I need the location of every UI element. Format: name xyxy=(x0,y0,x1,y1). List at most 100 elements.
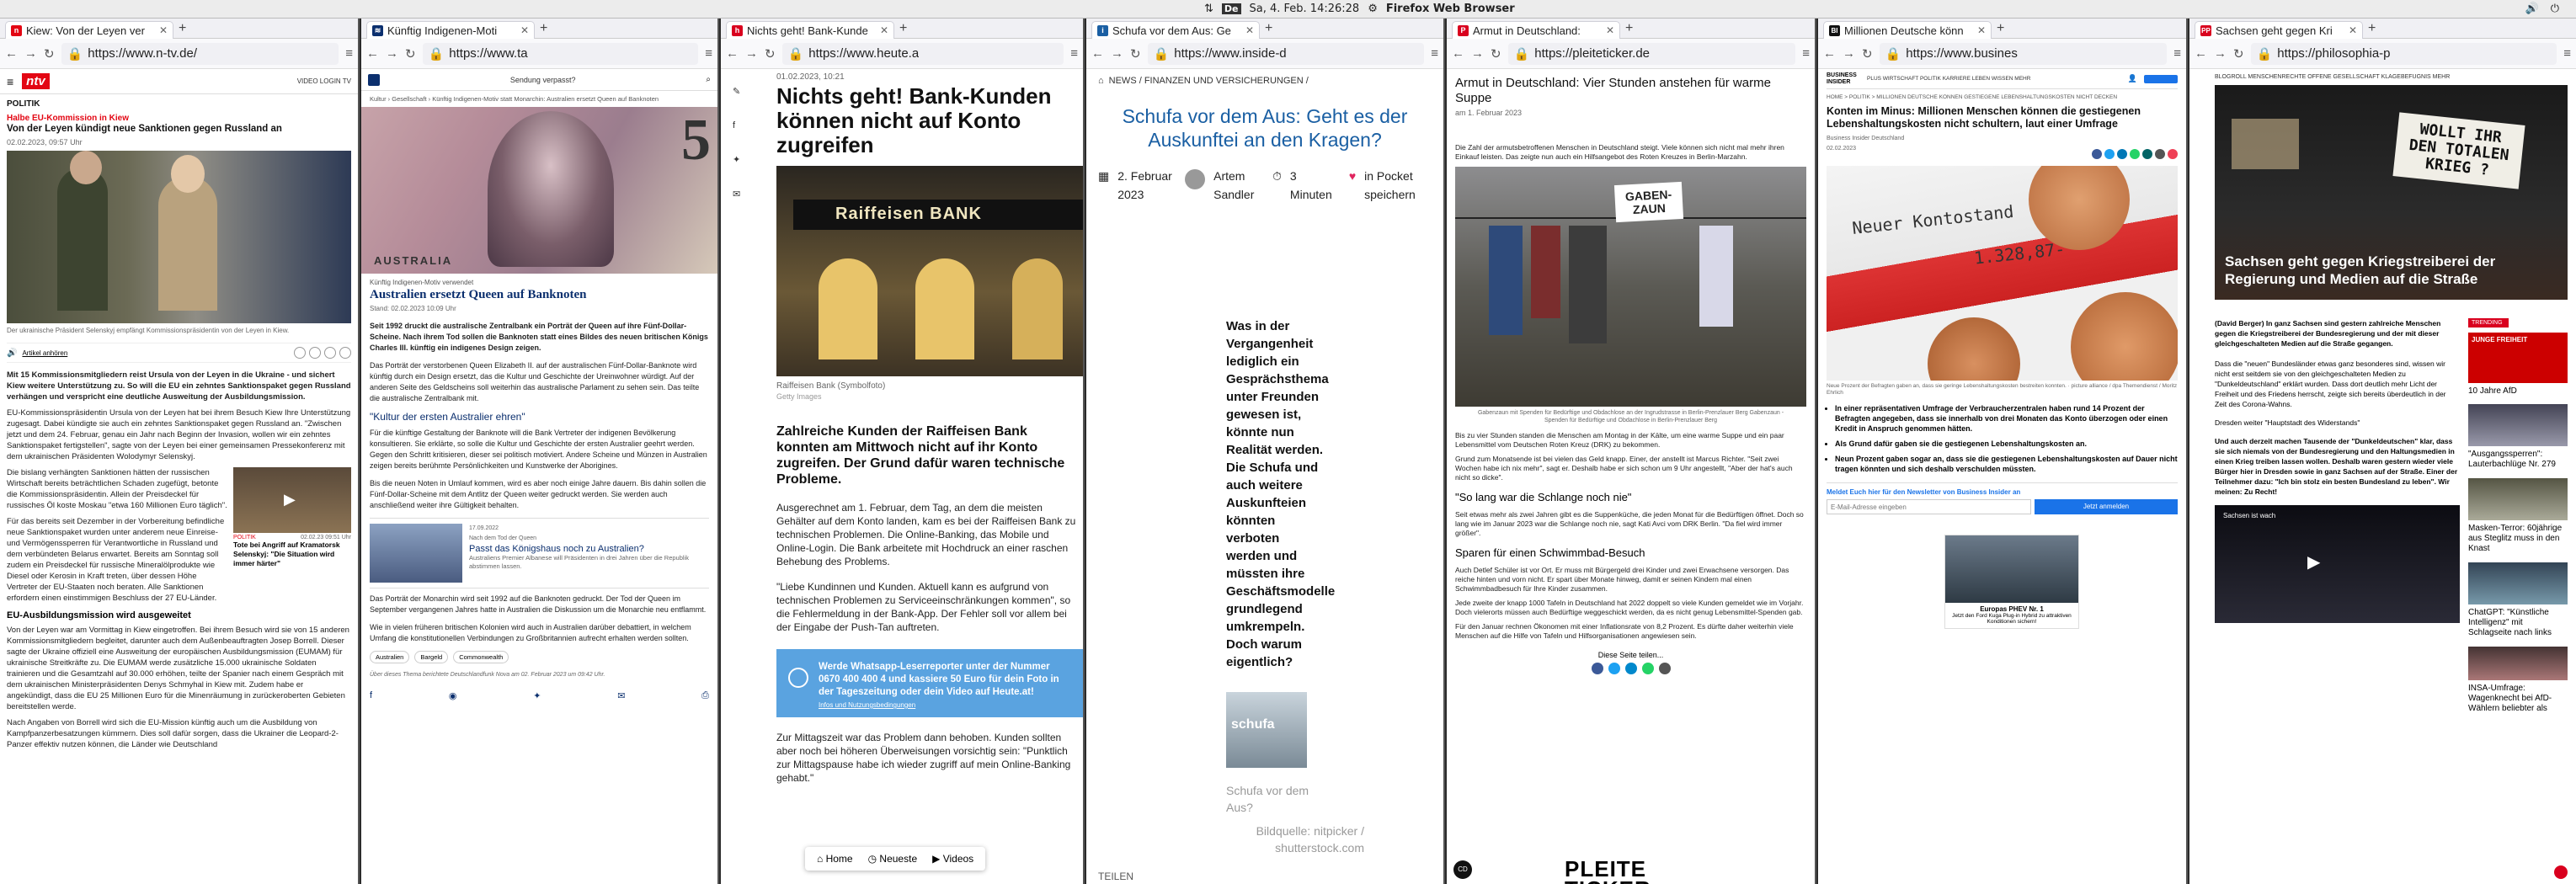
tab-business-insider[interactable]: BI Millionen Deutsche könn ✕ xyxy=(1823,21,1992,39)
gabenzaun-image[interactable]: GABEN-ZAUN xyxy=(1455,167,1806,407)
url-bar[interactable]: 🔒 https://www.inside-d xyxy=(1147,42,1425,65)
header-nav[interactable]: VIDEO LOGIN TV xyxy=(297,77,351,85)
nav-videos[interactable]: ▶ Videos xyxy=(932,853,973,865)
close-tab-icon[interactable]: ✕ xyxy=(159,24,168,36)
sidebar-item[interactable]: 10 Jahre AfD xyxy=(2468,386,2568,396)
back-icon[interactable]: ← xyxy=(366,46,379,61)
print-icon[interactable]: ⎙ xyxy=(701,690,709,701)
close-tab-icon[interactable]: ✕ xyxy=(1245,24,1254,36)
forward-icon[interactable]: → xyxy=(1111,46,1123,61)
back-icon[interactable]: ← xyxy=(5,46,18,61)
breadcrumb[interactable]: Kultur › Gesellschaft › Künftig Indigene… xyxy=(361,91,717,107)
volume-icon[interactable]: 🔊 xyxy=(2525,3,2539,15)
reload-icon[interactable]: ↻ xyxy=(405,46,416,61)
video-player[interactable]: Sachsen ist wach ▶ xyxy=(2215,505,2460,623)
user-icon[interactable]: 👤 xyxy=(2128,74,2137,83)
cookie-badge[interactable]: CD xyxy=(1453,860,1472,879)
reload-icon[interactable]: ↻ xyxy=(2233,46,2244,61)
tag-chip[interactable]: Australien xyxy=(370,651,410,663)
mail-icon[interactable] xyxy=(1658,663,1671,674)
close-tab-icon[interactable]: ✕ xyxy=(880,24,888,36)
tag-chip[interactable]: Bargeld xyxy=(414,651,449,663)
mail-icon[interactable] xyxy=(2155,149,2165,159)
new-tab-icon[interactable]: + xyxy=(899,21,907,36)
close-tab-icon[interactable]: ✕ xyxy=(2349,24,2357,36)
menu-icon[interactable]: ≡ xyxy=(1070,46,1078,61)
nav-neueste[interactable]: ◷ Neueste xyxy=(868,853,918,865)
kontostand-image[interactable]: Neuer Kontostand 1.328,87- xyxy=(1827,166,2178,381)
section-label[interactable]: POLITIK xyxy=(7,99,351,109)
play-icon[interactable]: ▶ xyxy=(2307,551,2320,572)
close-tab-icon[interactable]: ✕ xyxy=(520,24,529,36)
tab-tagesschau[interactable]: ≋ Künftig Indigenen-Moti ✕ xyxy=(366,21,535,39)
facebook-icon[interactable] xyxy=(2092,149,2102,159)
reload-icon[interactable]: ↻ xyxy=(1491,46,1501,61)
back-icon[interactable]: ← xyxy=(1091,46,1104,61)
breadcrumb[interactable]: NEWS / FINANZEN UND VERSICHERUNGEN / xyxy=(1109,76,1309,86)
tab-inside-digital[interactable]: i Schufa vor dem Aus: Ge ✕ xyxy=(1091,21,1260,39)
article-author[interactable]: Business Insider Deutschland xyxy=(1827,134,2178,144)
twitter-share-icon[interactable] xyxy=(309,347,321,359)
header-nav[interactable]: BLOGROLL MENSCHENRECHTE OFFENE GESELLSCH… xyxy=(2215,69,2568,85)
forward-icon[interactable]: → xyxy=(2214,46,2227,61)
whatsapp-icon[interactable] xyxy=(1641,663,1654,674)
new-tab-icon[interactable]: + xyxy=(1625,21,1633,36)
mail-share-icon[interactable] xyxy=(339,347,351,359)
comment-icon[interactable]: ✎ xyxy=(733,86,740,97)
twitter-icon[interactable] xyxy=(2104,149,2115,159)
reload-icon[interactable]: ↻ xyxy=(765,46,776,61)
search-icon[interactable]: ⌕ xyxy=(706,75,711,84)
menu-icon[interactable]: ≡ xyxy=(2173,46,2181,61)
listen-icon[interactable]: 🔊 xyxy=(7,349,17,358)
whatsapp-icon[interactable]: ◉ xyxy=(449,690,457,701)
tab-pleiteticker[interactable]: P Armut in Deutschland: ✕ xyxy=(1452,21,1620,39)
telegram-icon[interactable] xyxy=(1624,663,1637,674)
close-tab-icon[interactable]: ✕ xyxy=(1977,24,1986,36)
url-bar[interactable]: 🔒 https://www.n-tv.de/ xyxy=(61,42,339,65)
twitter-icon[interactable]: ✦ xyxy=(533,690,541,701)
tagesschau-logo[interactable] xyxy=(368,73,380,86)
reload-icon[interactable]: ↻ xyxy=(44,46,55,61)
new-tab-icon[interactable]: + xyxy=(1997,21,2004,36)
menu-icon[interactable]: ≡ xyxy=(345,46,353,61)
url-bar[interactable]: 🔒 https://pleiteticker.de xyxy=(1507,42,1796,65)
schufa-image[interactable]: schufa xyxy=(1226,692,1307,768)
clock[interactable]: Sa, 4. Feb. 14:26:28 xyxy=(1250,3,1360,15)
notification-badge[interactable] xyxy=(2554,865,2568,879)
home-icon[interactable]: ⌂ xyxy=(1098,76,1104,86)
back-icon[interactable]: ← xyxy=(2195,46,2207,61)
new-tab-icon[interactable]: + xyxy=(1265,21,1272,36)
pocket-icon[interactable]: ♥ xyxy=(1349,167,1356,204)
keyboard-layout-indicator[interactable]: De xyxy=(1221,3,1241,14)
new-tab-icon[interactable]: + xyxy=(179,21,186,36)
nav-home[interactable]: ⌂ Home xyxy=(817,853,853,865)
article-hero-image[interactable] xyxy=(7,151,351,323)
ntv-logo[interactable]: ntv xyxy=(22,73,50,89)
facebook-icon[interactable] xyxy=(1591,663,1603,674)
active-app-name[interactable]: Firefox Web Browser xyxy=(1386,3,1515,15)
ad-box[interactable]: Europas PHEV Nr. 1 Jetzt den Ford Kuga P… xyxy=(1944,535,2079,629)
whatsapp-icon[interactable] xyxy=(2130,149,2140,159)
banknote-image[interactable]: 5 AUSTRALIA xyxy=(361,107,717,274)
breadcrumb[interactable]: HOME > POLITIK > MILLIONEN DEUTSCHE KÖNN… xyxy=(1827,94,2178,100)
new-tab-icon[interactable]: + xyxy=(540,21,547,36)
reload-icon[interactable]: ↻ xyxy=(1862,46,1873,61)
reload-icon[interactable]: ↻ xyxy=(1130,46,1141,61)
twitter-icon[interactable]: ✦ xyxy=(733,154,740,165)
email-field[interactable] xyxy=(1827,499,2031,514)
whatsapp-terms-link[interactable]: Infos und Nutzungsbedingungen xyxy=(819,701,1071,709)
forward-icon[interactable]: → xyxy=(745,46,758,61)
subscribe-button[interactable] xyxy=(2144,74,2178,83)
sidebar-item[interactable]: Masken-Terror: 60jährige aus Steglitz mu… xyxy=(2468,524,2568,554)
tab-ntv[interactable]: n Kiew: Von der Leyen ver ✕ xyxy=(5,21,173,39)
listen-link[interactable]: Artikel anhören xyxy=(22,349,67,357)
bank-image[interactable]: Raiffeisen BANK xyxy=(776,166,1083,376)
back-icon[interactable]: ← xyxy=(1823,46,1836,61)
sidebar-ad-jf[interactable]: JUNGE FREIHEIT xyxy=(2468,333,2568,383)
forward-icon[interactable]: → xyxy=(386,46,398,61)
twitter-icon[interactable] xyxy=(1608,663,1620,674)
menu-icon[interactable]: ≡ xyxy=(1802,46,1810,61)
pocket-icon[interactable] xyxy=(2168,149,2178,159)
header-nav[interactable]: PLUS WIRTSCHAFT POLITIK KARRIERE LEBEN W… xyxy=(1867,76,2030,82)
back-icon[interactable]: ← xyxy=(726,46,739,61)
